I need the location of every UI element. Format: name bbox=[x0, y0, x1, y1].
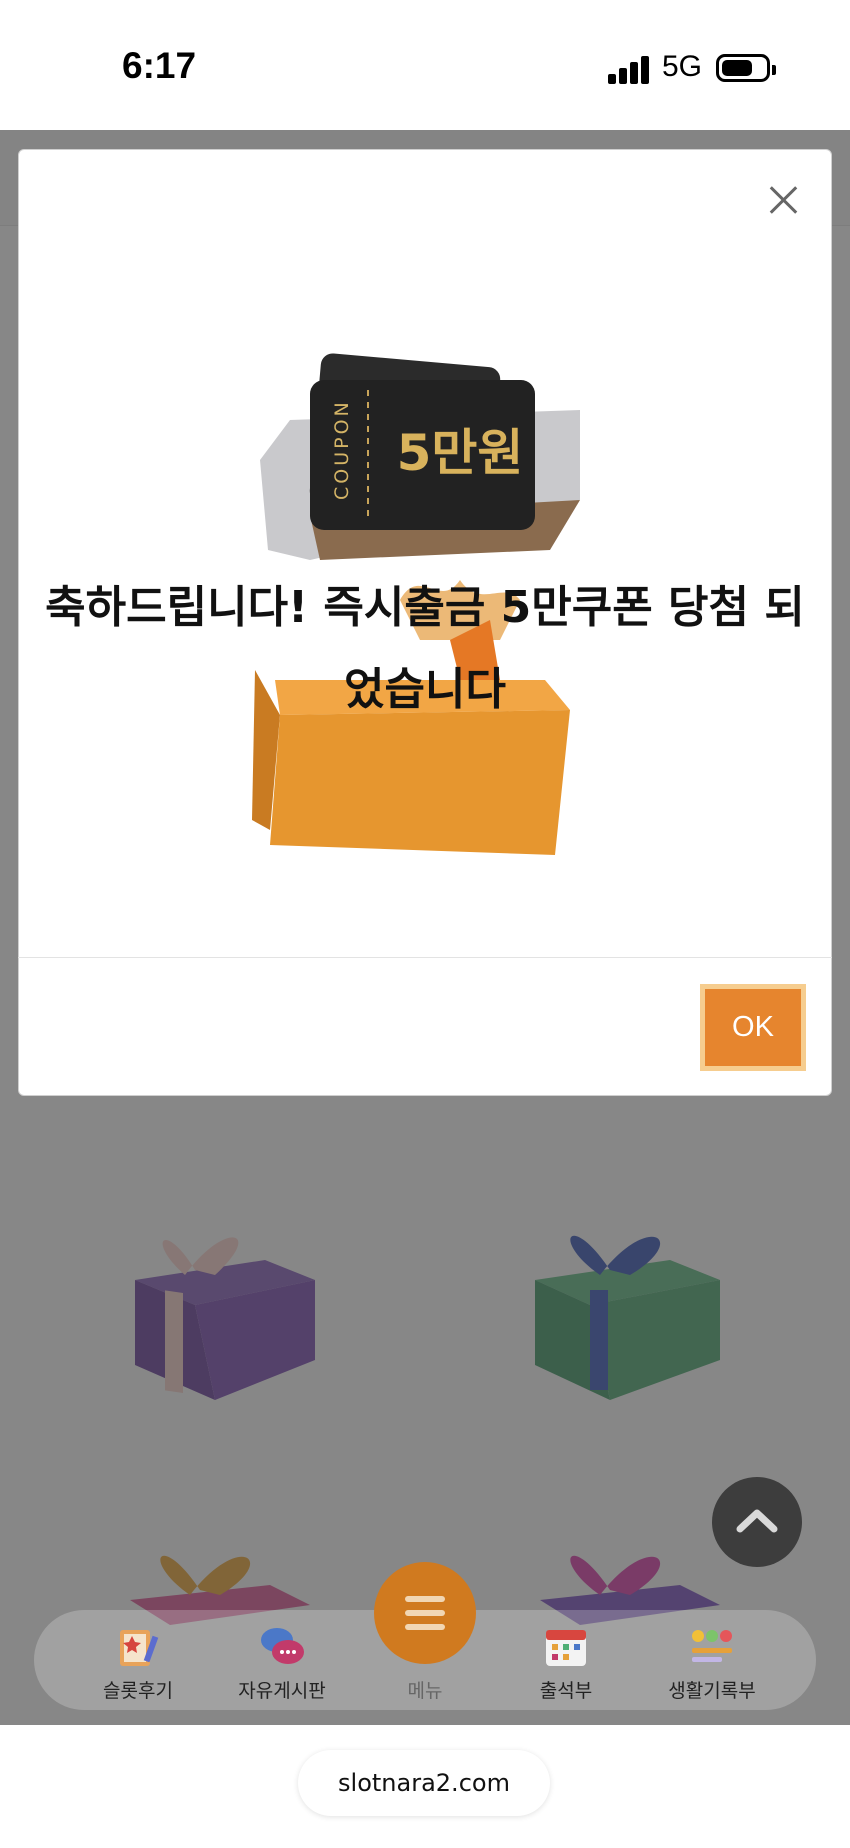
menu-button[interactable] bbox=[374, 1562, 476, 1664]
coupon-amount: 5만원 bbox=[397, 424, 524, 482]
chevron-up-icon bbox=[736, 1509, 778, 1533]
calendar-icon bbox=[546, 1630, 586, 1666]
emoji-chart-icon bbox=[692, 1630, 732, 1662]
modal-divider bbox=[18, 957, 832, 958]
nav-label: 자유게시판 bbox=[238, 1680, 326, 1702]
status-time: 6:17 bbox=[122, 45, 197, 86]
coupon-label: COUPON bbox=[331, 399, 353, 500]
nav-item-attendance[interactable]: 출석부 bbox=[506, 1622, 626, 1703]
scroll-to-top-button[interactable] bbox=[712, 1477, 802, 1567]
network-type: 5G bbox=[662, 50, 703, 83]
close-icon[interactable] bbox=[764, 184, 804, 224]
ok-button[interactable]: OK bbox=[700, 984, 806, 1071]
nav-label: 생활기록부 bbox=[668, 1680, 756, 1702]
nav-item-free-board[interactable]: 자유게시판 bbox=[222, 1622, 342, 1703]
status-bar: 6:17 5G bbox=[0, 0, 850, 130]
nav-item-slot-review[interactable]: 슬롯후기 bbox=[78, 1622, 198, 1703]
battery-icon bbox=[716, 54, 776, 82]
browser-url-bar: slotnara2.com bbox=[0, 1725, 850, 1848]
nav-item-life-record[interactable]: 생활기록부 bbox=[652, 1622, 772, 1703]
chat-bubbles-icon bbox=[261, 1628, 304, 1664]
nav-label: 출석부 bbox=[539, 1680, 593, 1702]
congratulations-message: 축하드립니다! 즉시출금 5만쿠폰 당첨 되었습니다 bbox=[45, 582, 805, 715]
cell-signal-icon bbox=[608, 56, 650, 84]
menu-label: 메뉴 bbox=[407, 1680, 443, 1702]
url-field[interactable]: slotnara2.com bbox=[298, 1750, 550, 1816]
review-note-icon bbox=[120, 1630, 159, 1666]
nav-label: 슬롯후기 bbox=[103, 1680, 173, 1702]
